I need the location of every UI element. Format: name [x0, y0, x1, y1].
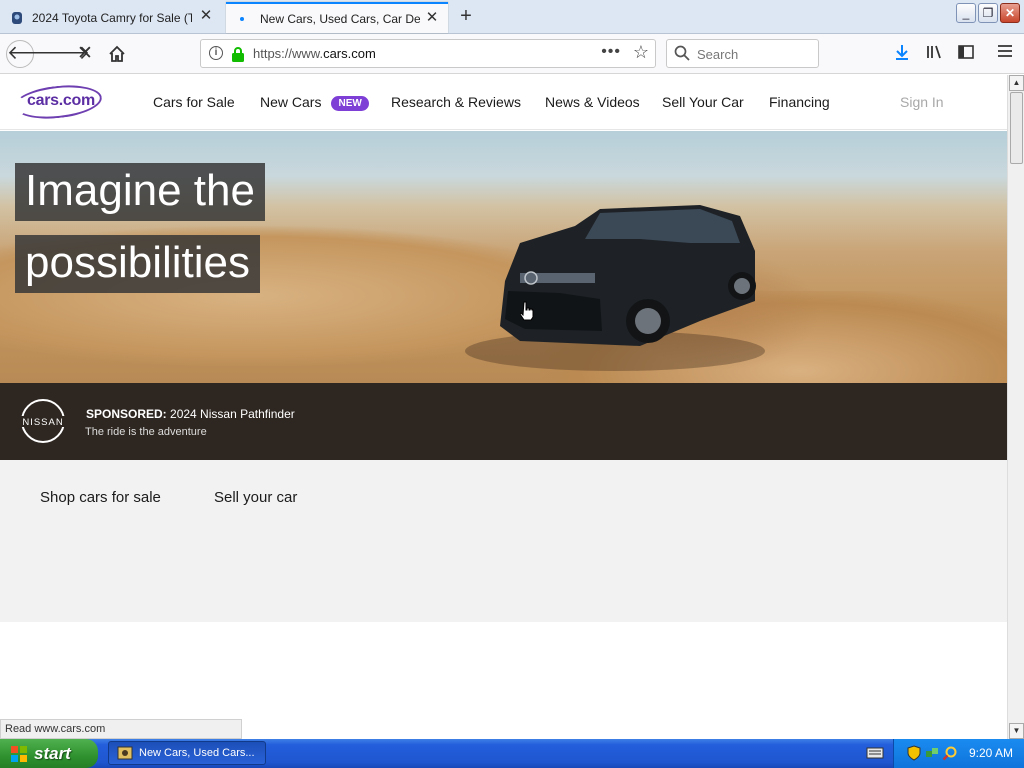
tab-sell-your-car[interactable]: Sell your car: [214, 489, 297, 506]
sidebar-icon: [958, 45, 974, 59]
downloads-button[interactable]: [891, 43, 913, 65]
start-label: start: [34, 743, 71, 763]
sponsor-title: SPONSORED: 2024 Nissan Pathfinder: [86, 407, 295, 421]
sponsor-strip[interactable]: NISSAN SPONSORED: 2024 Nissan Pathfinder…: [0, 383, 1007, 460]
lock-icon[interactable]: [231, 46, 245, 62]
tab-title: 2024 Toyota Camry for Sale (Test: [32, 10, 192, 25]
clock[interactable]: 9:20 AM: [969, 746, 1013, 760]
minimize-button[interactable]: _: [956, 3, 976, 23]
close-tab-icon[interactable]: ✕: [198, 8, 214, 24]
start-button[interactable]: start: [0, 739, 98, 768]
url-text[interactable]: https://www.cars.com: [253, 46, 376, 61]
library-button[interactable]: [923, 43, 945, 65]
browser-toolbar: 🡐 🡒 ✕ i https://www.cars.com ••• ☆ Searc…: [0, 34, 1024, 74]
sponsor-tagline: The ride is the adventure: [85, 426, 207, 438]
sign-in-link[interactable]: Sign In: [900, 94, 944, 110]
keyboard-icon[interactable]: [866, 745, 884, 761]
nav-financing[interactable]: Financing: [769, 94, 830, 110]
browser-window-icon: [117, 746, 133, 760]
nissan-logo-text: NISSAN: [22, 417, 63, 428]
download-arrow-icon: [896, 45, 908, 60]
loading-dot-icon: [240, 16, 244, 21]
site-header: cars.com Cars for Sale New Cars NEW Resea…: [0, 75, 1007, 130]
home-button[interactable]: [103, 40, 131, 68]
search-bar[interactable]: Search: [666, 39, 819, 68]
cars-com-logo[interactable]: cars.com: [12, 81, 104, 123]
nissan-logo-icon: NISSAN: [15, 399, 71, 443]
status-bar: Read www.cars.com: [0, 719, 242, 739]
close-window-button[interactable]: ✕: [1000, 3, 1020, 23]
home-icon: [109, 45, 125, 62]
browser-tab-toyota-camry[interactable]: 2024 Toyota Camry for Sale (Test ✕: [2, 2, 222, 33]
nav-sell-your-car[interactable]: Sell Your Car: [662, 94, 744, 110]
bookmark-star-icon[interactable]: ☆: [633, 42, 649, 63]
window-controls: _ ❐ ✕: [956, 3, 1020, 23]
search-placeholder: Search: [697, 47, 739, 62]
browser-tab-cars-com[interactable]: New Cars, Used Cars, Car Dealers ✕: [226, 2, 448, 33]
scroll-down-button[interactable]: ▼: [1009, 723, 1024, 739]
hamburger-menu-icon: [998, 45, 1012, 57]
hero-headline-line2: possibilities: [15, 235, 260, 293]
new-tab-button[interactable]: +: [454, 5, 478, 29]
tab-shop-cars-for-sale[interactable]: Shop cars for sale: [40, 489, 161, 506]
forward-button[interactable]: 🡒: [39, 40, 90, 68]
new-badge: NEW: [331, 96, 369, 111]
nav-research-reviews[interactable]: Research & Reviews: [391, 94, 521, 110]
scroll-thumb[interactable]: [1010, 92, 1023, 164]
nav-new-cars-label: New Cars: [260, 94, 322, 110]
vertical-scrollbar[interactable]: ▲ ▼: [1007, 75, 1024, 739]
windows-taskbar: start New Cars, Used Cars... 9:20 AM: [0, 739, 1024, 768]
car-favicon-icon: [12, 11, 22, 24]
browser-tab-strip: 2024 Toyota Camry for Sale (Test ✕ New C…: [0, 0, 1024, 34]
hero-headline-line1: Imagine the: [15, 163, 265, 221]
nav-news-videos[interactable]: News & Videos: [545, 94, 640, 110]
page-viewport: cars.com Cars for Sale New Cars NEW Resea…: [0, 75, 1007, 719]
network-icon[interactable]: [924, 745, 940, 761]
nav-new-cars[interactable]: New Cars NEW: [260, 94, 369, 111]
taskbar-item-label: New Cars, Used Cars...: [139, 747, 255, 759]
sidebar-button[interactable]: [955, 43, 977, 65]
system-tray: 9:20 AM: [893, 739, 1024, 768]
taskbar-item-browser[interactable]: New Cars, Used Cars...: [108, 741, 266, 765]
search-icon: [674, 45, 690, 61]
back-button[interactable]: 🡐: [6, 40, 58, 68]
nav-cars-for-sale[interactable]: Cars for Sale: [153, 94, 235, 110]
logo-text: cars.com: [27, 92, 95, 109]
shop-panel: Shop cars for sale Sell your car: [0, 460, 1007, 622]
url-bar[interactable]: i https://www.cars.com ••• ☆: [200, 39, 656, 68]
hero-banner-ad[interactable]: Imagine the possibilities: [0, 131, 1007, 383]
windows-logo-icon: [11, 745, 27, 762]
hand-cursor-icon: [520, 301, 534, 321]
security-shield-icon[interactable]: [906, 745, 922, 761]
stop-loading-button[interactable]: ✕: [71, 40, 99, 68]
close-tab-icon[interactable]: ✕: [424, 10, 440, 26]
tab-title: New Cars, Used Cars, Car Dealers: [260, 11, 420, 26]
scroll-up-button[interactable]: ▲: [1009, 75, 1024, 91]
menu-button[interactable]: [994, 43, 1016, 65]
restore-button[interactable]: ❐: [978, 3, 998, 23]
site-info-icon[interactable]: i: [209, 46, 223, 60]
library-icon: [927, 45, 941, 59]
search-tray-icon[interactable]: [942, 745, 958, 761]
page-actions-icon[interactable]: •••: [601, 43, 621, 61]
